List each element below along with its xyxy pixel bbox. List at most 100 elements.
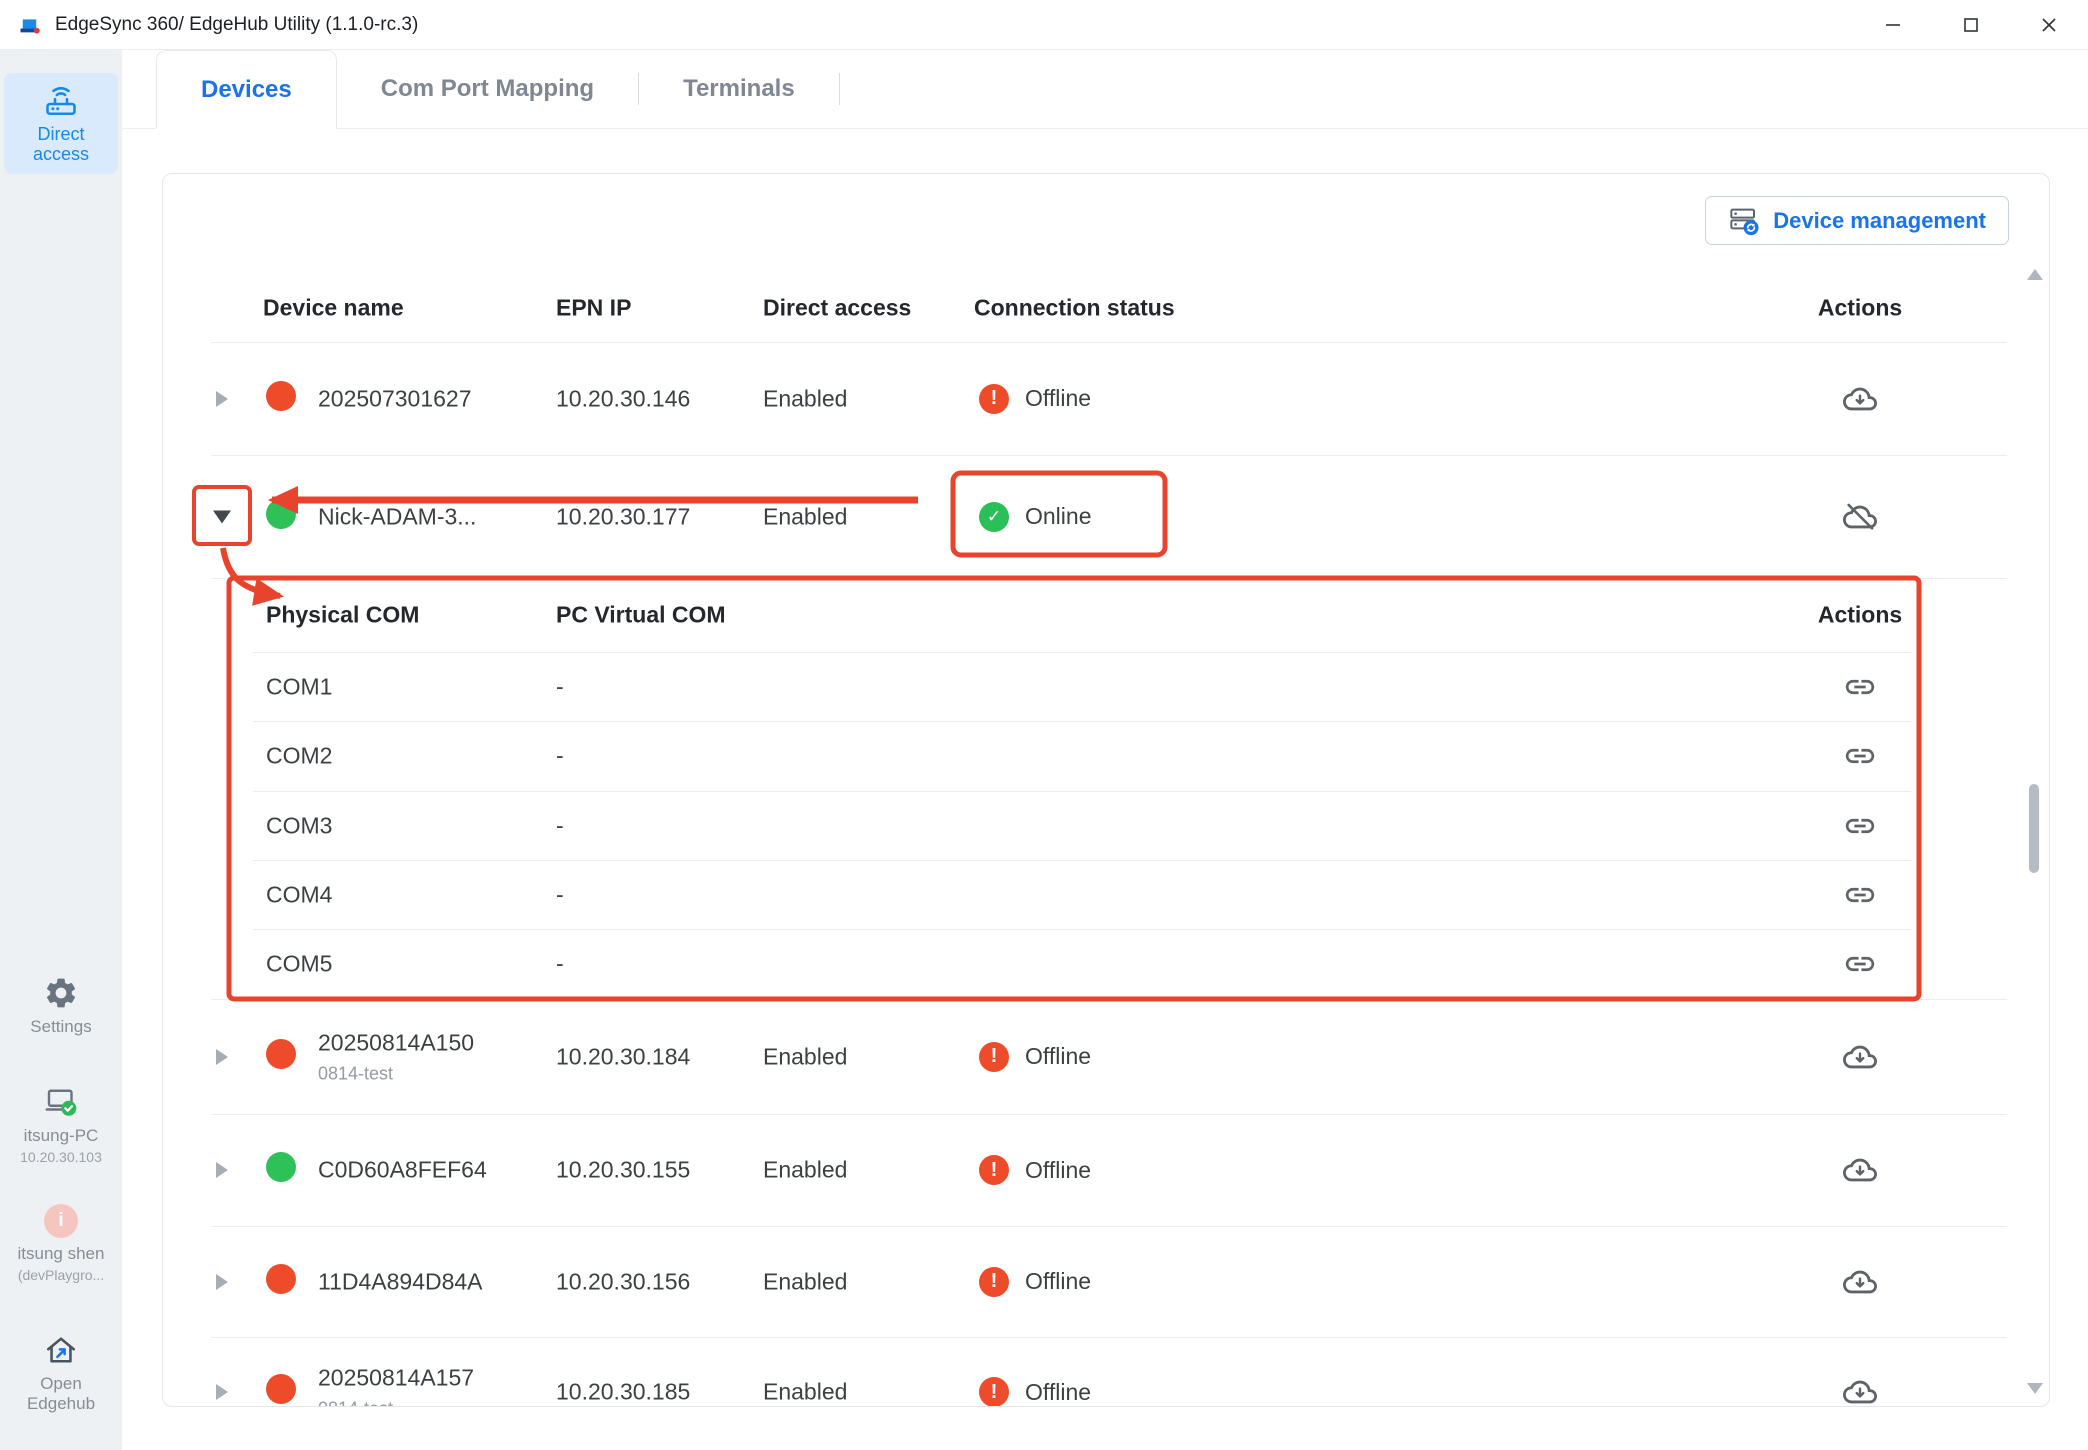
router-icon bbox=[43, 83, 79, 119]
table-row[interactable]: 202507301627 10.20.30.146 Enabled ! Offl… bbox=[163, 342, 2049, 455]
device-management-icon bbox=[1728, 205, 1760, 237]
pc-virtual-com: - bbox=[556, 881, 564, 908]
scroll-thumb[interactable] bbox=[2029, 784, 2039, 873]
com-row[interactable]: COM3 - bbox=[163, 791, 2049, 860]
expand-caret-icon[interactable] bbox=[207, 1049, 237, 1065]
scroll-down-arrow[interactable] bbox=[2027, 1383, 2043, 1394]
header-physical-com: Physical COM bbox=[266, 602, 419, 629]
connection-status-label: Offline bbox=[1025, 1157, 1091, 1184]
physical-com: COM3 bbox=[266, 812, 332, 839]
table-row[interactable]: Nick-ADAM-3... 10.20.30.177 Enabled ✓ On… bbox=[163, 455, 2049, 578]
physical-com: COM2 bbox=[266, 743, 332, 770]
epn-ip: 10.20.30.155 bbox=[556, 1157, 690, 1184]
com-row[interactable]: COM2 - bbox=[163, 721, 2049, 791]
device-name: 20250814A157 0814-test bbox=[318, 1365, 474, 1408]
gear-icon bbox=[43, 975, 79, 1011]
table-row[interactable]: 20250814A150 0814-test 10.20.30.184 Enab… bbox=[163, 999, 2049, 1114]
header-direct-access: Direct access bbox=[763, 295, 911, 322]
device-management-label: Device management bbox=[1773, 208, 1986, 234]
table-row[interactable]: C0D60A8FEF64 10.20.30.155 Enabled ! Offl… bbox=[163, 1114, 2049, 1226]
link-icon[interactable] bbox=[1843, 670, 1877, 704]
close-icon bbox=[2039, 15, 2059, 35]
expand-caret-icon[interactable] bbox=[207, 1384, 237, 1400]
tab-devices[interactable]: Devices bbox=[156, 50, 337, 129]
pc-virtual-com: - bbox=[556, 812, 564, 839]
offline-icon: ! bbox=[979, 1155, 1009, 1185]
offline-icon: ! bbox=[979, 1267, 1009, 1297]
device-subtitle: 0814-test bbox=[318, 1063, 474, 1084]
connection-status: ! Offline bbox=[979, 1155, 1091, 1185]
link-icon[interactable] bbox=[1843, 878, 1877, 912]
minimize-button[interactable] bbox=[1854, 0, 1932, 49]
cloud-download-icon[interactable] bbox=[1843, 1040, 1877, 1074]
header-device-name: Device name bbox=[263, 295, 404, 322]
offline-icon: ! bbox=[979, 384, 1009, 414]
table-header-row: Device name EPN IP Direct access Connect… bbox=[163, 274, 2049, 342]
connection-status: ✓ Online bbox=[979, 502, 1091, 532]
expand-caret-icon[interactable] bbox=[207, 391, 237, 407]
cloud-download-icon[interactable] bbox=[1843, 1153, 1877, 1187]
direct-access-label-1: Direct bbox=[37, 123, 84, 145]
epn-ip: 10.20.30.177 bbox=[556, 503, 690, 530]
device-status-dot bbox=[266, 1264, 296, 1300]
device-status-dot bbox=[266, 381, 296, 417]
epn-ip: 10.20.30.146 bbox=[556, 385, 690, 412]
online-icon: ✓ bbox=[979, 502, 1009, 532]
open-edgehub-label-2: Edgehub bbox=[27, 1394, 95, 1414]
expand-caret-icon[interactable] bbox=[207, 1274, 237, 1290]
offline-icon: ! bbox=[979, 1042, 1009, 1072]
cloud-download-icon[interactable] bbox=[1843, 1265, 1877, 1299]
minimize-icon bbox=[1883, 15, 1903, 35]
link-icon[interactable] bbox=[1843, 947, 1877, 981]
tab-bar: Devices Com Port Mapping Terminals bbox=[122, 50, 2088, 129]
cloud-download-icon[interactable] bbox=[1843, 1375, 1877, 1407]
scroll-up-arrow[interactable] bbox=[2027, 269, 2043, 280]
cloud-download-icon[interactable] bbox=[1843, 382, 1877, 416]
open-edgehub-label-1: Open bbox=[40, 1374, 82, 1394]
table-row[interactable]: 20250814A157 0814-test 10.20.30.185 Enab… bbox=[163, 1337, 2049, 1407]
device-name: 11D4A894D84A bbox=[318, 1268, 483, 1295]
device-name: 20250814A150 0814-test bbox=[318, 1029, 474, 1084]
sidebar-item-direct-access[interactable]: Direct access bbox=[4, 73, 118, 174]
tab-terminals[interactable]: Terminals bbox=[639, 50, 839, 128]
tab-com-port-mapping[interactable]: Com Port Mapping bbox=[337, 50, 638, 128]
window-title: EdgeSync 360/ EdgeHub Utility (1.1.0-rc.… bbox=[55, 14, 418, 36]
physical-com: COM1 bbox=[266, 673, 332, 700]
connection-status-label: Offline bbox=[1025, 1043, 1091, 1070]
link-icon[interactable] bbox=[1843, 739, 1877, 773]
sidebar-item-settings[interactable]: Settings bbox=[0, 975, 122, 1037]
direct-access-label-2: access bbox=[33, 143, 89, 165]
sidebar-item-open-edgehub[interactable]: Open Edgehub bbox=[0, 1332, 122, 1414]
physical-com: COM4 bbox=[266, 881, 332, 908]
subtable-header-row: Physical COM PC Virtual COM Actions bbox=[163, 578, 2049, 652]
cloud-off-icon[interactable] bbox=[1843, 500, 1877, 534]
sidebar-item-pc[interactable]: itsung-PC 10.20.30.103 bbox=[0, 1084, 122, 1166]
expand-caret-icon[interactable] bbox=[207, 1162, 237, 1178]
epn-ip: 10.20.30.184 bbox=[556, 1043, 690, 1070]
device-management-button[interactable]: Device management bbox=[1705, 196, 2009, 245]
table-row[interactable]: 11D4A894D84A 10.20.30.156 Enabled ! Offl… bbox=[163, 1226, 2049, 1337]
direct-access-value: Enabled bbox=[763, 385, 847, 412]
connection-status-label: Offline bbox=[1025, 1268, 1091, 1295]
com-row[interactable]: COM5 - bbox=[163, 929, 2049, 999]
link-icon[interactable] bbox=[1843, 809, 1877, 843]
device-status-dot bbox=[266, 1039, 296, 1075]
connection-status-label: Offline bbox=[1025, 385, 1091, 412]
header-actions: Actions bbox=[1790, 295, 1930, 322]
com-row[interactable]: COM1 - bbox=[163, 652, 2049, 721]
connection-status: ! Offline bbox=[979, 1267, 1091, 1297]
maximize-button[interactable] bbox=[1932, 0, 2010, 49]
collapse-caret-icon[interactable] bbox=[207, 510, 237, 523]
header-subtable-actions: Actions bbox=[1790, 602, 1930, 629]
header-pc-virtual-com: PC Virtual COM bbox=[556, 602, 726, 629]
offline-icon: ! bbox=[979, 1377, 1009, 1407]
epn-ip: 10.20.30.185 bbox=[556, 1379, 690, 1406]
sidebar-item-user[interactable]: i itsung shen (devPlaygro... bbox=[0, 1204, 122, 1284]
scrollbar[interactable] bbox=[2025, 269, 2043, 1394]
user-name: itsung shen bbox=[18, 1244, 105, 1264]
direct-access-value: Enabled bbox=[763, 503, 847, 530]
com-row[interactable]: COM4 - bbox=[163, 860, 2049, 929]
device-name: Nick-ADAM-3... bbox=[318, 503, 476, 530]
close-button[interactable] bbox=[2010, 0, 2088, 49]
device-status-dot bbox=[266, 499, 296, 535]
